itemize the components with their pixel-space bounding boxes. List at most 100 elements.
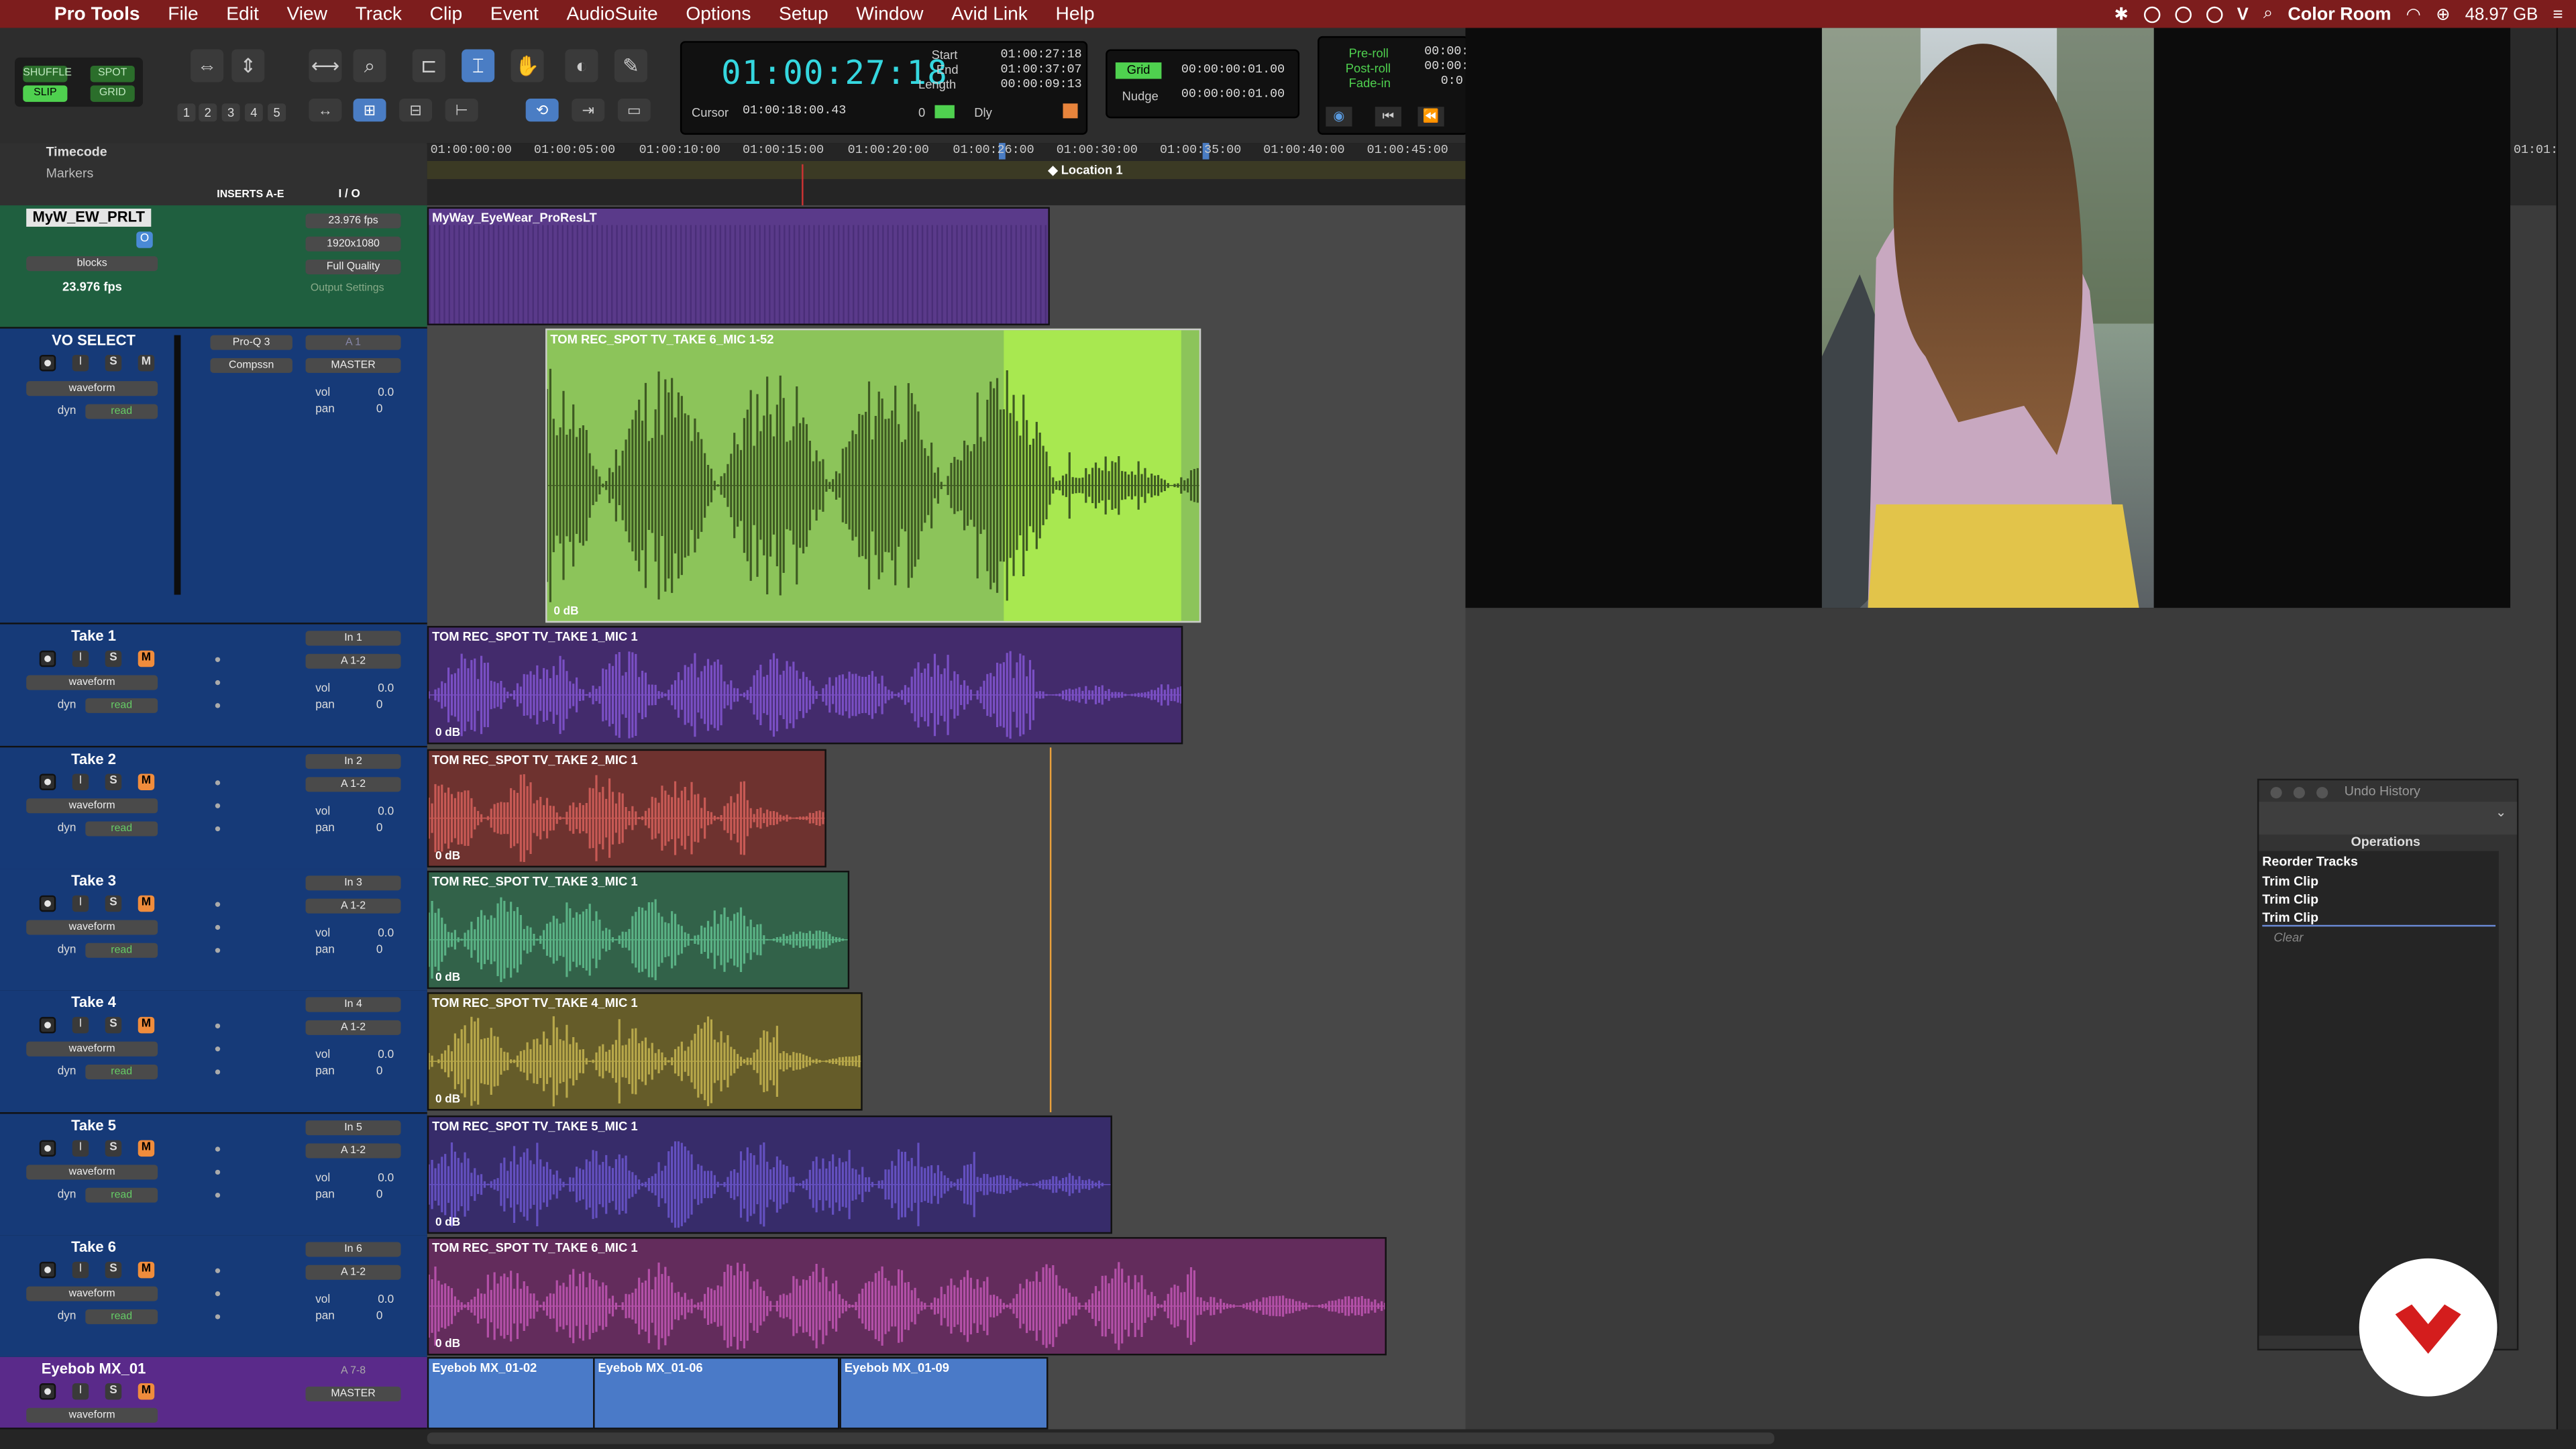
tab-transient-icon[interactable]: ⊢ bbox=[445, 98, 478, 122]
take-track-name[interactable]: Take 1 bbox=[28, 628, 160, 646]
insert-slot-empty[interactable] bbox=[215, 1169, 221, 1175]
record-button[interactable] bbox=[39, 354, 56, 372]
minimize-icon[interactable] bbox=[2293, 787, 2305, 799]
mx-output-selector[interactable]: MASTER bbox=[305, 1386, 401, 1401]
preroll-label[interactable]: Pre-roll bbox=[1349, 46, 1389, 61]
insert-slot-empty[interactable] bbox=[215, 902, 221, 907]
mirror-midi-icon[interactable]: ⟲ bbox=[525, 98, 559, 122]
mute-button[interactable]: M bbox=[138, 1140, 155, 1157]
eyebob-mx-track-header[interactable]: Eyebob MX_01 I S M waveform A 7-8 MASTER bbox=[0, 1356, 427, 1430]
insert-slot-empty[interactable] bbox=[215, 703, 221, 708]
horizontal-scrollbar[interactable] bbox=[0, 1429, 2576, 1449]
vo-select-track-header[interactable]: VO SELECT I S M waveform dyn read Pro-Q … bbox=[0, 328, 427, 625]
zoom-preset-3[interactable]: 3 bbox=[221, 103, 240, 122]
take-input-selector[interactable]: In 5 bbox=[305, 1120, 401, 1136]
mx-input-selector[interactable]: A 7-8 bbox=[305, 1363, 401, 1379]
take-input-selector[interactable]: In 4 bbox=[305, 997, 401, 1012]
menu-app-name[interactable]: Pro Tools bbox=[54, 4, 140, 23]
vo-output-selector[interactable]: MASTER bbox=[305, 358, 401, 373]
mute-button[interactable]: M bbox=[138, 650, 155, 667]
take-pan-value[interactable]: 0 bbox=[376, 700, 383, 711]
insert-slot-empty[interactable] bbox=[215, 680, 221, 686]
spot-button[interactable]: SPOT bbox=[90, 65, 135, 83]
length-value[interactable]: 00:00:09:13 bbox=[1000, 79, 1081, 93]
undo-item-trim-1[interactable]: Trim Clip bbox=[2262, 874, 2318, 889]
wifi-icon[interactable]: ◠ bbox=[2406, 4, 2421, 23]
status-icon-3[interactable] bbox=[2174, 5, 2192, 23]
insert-slot-empty[interactable] bbox=[215, 1146, 221, 1152]
undo-item-reorder[interactable]: Reorder Tracks bbox=[2262, 854, 2358, 869]
menu-options[interactable]: Options bbox=[686, 4, 751, 23]
mx-view-selector[interactable]: waveform bbox=[26, 1407, 158, 1423]
take-pan-value[interactable]: 0 bbox=[376, 945, 383, 956]
menu-help[interactable]: Help bbox=[1056, 4, 1095, 23]
markers-ruler-label[interactable]: Markers bbox=[46, 166, 94, 180]
fadein-value[interactable]: 0:0 bbox=[1441, 76, 1463, 89]
take-view-selector[interactable]: waveform bbox=[26, 1041, 158, 1057]
edit-link-icon[interactable]: ⇥ bbox=[572, 98, 605, 122]
take-vol-value[interactable]: 0.0 bbox=[378, 1050, 394, 1061]
insert-slot-empty[interactable] bbox=[215, 657, 221, 662]
take-5-track-header[interactable]: Take 5 I S Mwaveform dyn read In 5 A 1-2 vol 0.0 p… bbox=[0, 1114, 427, 1238]
take-pan-value[interactable]: 0 bbox=[376, 1189, 383, 1201]
zoom-preset-4[interactable]: 4 bbox=[244, 103, 263, 122]
zoom-horizontal-icon[interactable]: ⇔ bbox=[191, 49, 224, 83]
zoom-preset-1[interactable]: 1 bbox=[177, 103, 196, 122]
return-to-zero-icon[interactable]: ⏮ bbox=[1375, 107, 1401, 127]
input-monitor-button[interactable]: I bbox=[72, 354, 89, 372]
video-fps-selector[interactable]: 23.976 fps bbox=[305, 213, 401, 229]
grid-label[interactable]: Grid bbox=[1115, 62, 1162, 79]
menu-edit[interactable]: Edit bbox=[226, 4, 259, 23]
take-output-selector[interactable]: A 1-2 bbox=[305, 1143, 401, 1159]
insert-slot-empty[interactable] bbox=[215, 1046, 221, 1052]
record-button[interactable] bbox=[39, 650, 56, 667]
take-4-track-header[interactable]: Take 4 I S Mwaveform dyn read In 4 A 1-2 vol 0.0 p… bbox=[0, 990, 427, 1114]
take-track-name[interactable]: Take 5 bbox=[28, 1117, 160, 1135]
mute-button[interactable]: M bbox=[138, 773, 155, 790]
take-vol-value[interactable]: 0.0 bbox=[378, 684, 394, 695]
take-automation-selector[interactable]: read bbox=[85, 1064, 158, 1079]
take-pan-value[interactable]: 0 bbox=[376, 1066, 383, 1077]
record-button[interactable] bbox=[39, 1383, 56, 1400]
take-1-track-header[interactable]: Take 1 I S Mwaveform dyn read In 1 A 1-2 vol 0.0 p… bbox=[0, 624, 427, 748]
insert-slot-empty[interactable] bbox=[215, 780, 221, 786]
vo-input-selector[interactable]: A 1 bbox=[305, 335, 401, 350]
insert-slot-empty[interactable] bbox=[215, 1314, 221, 1320]
zoom-icon[interactable] bbox=[2316, 787, 2328, 799]
input-monitor-button[interactable]: I bbox=[72, 895, 89, 912]
record-button[interactable] bbox=[39, 1140, 56, 1157]
take-dyn-label[interactable]: dyn bbox=[58, 945, 76, 956]
solo-button[interactable]: S bbox=[105, 1383, 122, 1400]
vo-automation-selector[interactable]: read bbox=[85, 404, 158, 419]
solo-button[interactable]: S bbox=[105, 354, 122, 372]
take-output-selector[interactable]: A 1-2 bbox=[305, 1020, 401, 1035]
take-automation-selector[interactable]: read bbox=[85, 698, 158, 713]
menu-audiosuite[interactable]: AudioSuite bbox=[566, 4, 657, 23]
video-window[interactable] bbox=[1465, 28, 2511, 608]
pencil-tool-icon[interactable]: ✎ bbox=[614, 49, 647, 83]
insert-slot-empty[interactable] bbox=[215, 1192, 221, 1198]
shuffle-button[interactable]: SHUFFLE bbox=[23, 65, 72, 83]
mute-button[interactable]: M bbox=[138, 354, 155, 372]
search-icon[interactable]: ⌕ bbox=[2263, 3, 2273, 25]
menu-clip[interactable]: Clip bbox=[430, 4, 463, 23]
grid-button[interactable]: GRID bbox=[90, 85, 135, 102]
trim-tool-icon[interactable]: ⊏ bbox=[412, 49, 445, 83]
menu-view[interactable]: View bbox=[286, 4, 327, 23]
record-button[interactable] bbox=[39, 1261, 56, 1279]
record-button[interactable] bbox=[39, 773, 56, 790]
slip-button[interactable]: SLIP bbox=[23, 85, 68, 102]
take-dyn-label[interactable]: dyn bbox=[58, 1189, 76, 1201]
playhead-cursor[interactable] bbox=[1049, 747, 1052, 1112]
take-dyn-label[interactable]: dyn bbox=[58, 823, 76, 835]
solo-button[interactable]: S bbox=[105, 650, 122, 667]
insertion-follows-icon[interactable]: ⊟ bbox=[399, 98, 433, 122]
video-clip[interactable]: MyWay_EyeWear_ProResLT bbox=[427, 207, 1050, 325]
solo-button[interactable]: S bbox=[105, 895, 122, 912]
video-track-header[interactable]: MyW_EW_PRLT O blocks 23.976 fps 23.976 f… bbox=[0, 205, 427, 329]
insert-slot-empty[interactable] bbox=[215, 826, 221, 832]
zoom-preset-5[interactable]: 5 bbox=[268, 103, 286, 122]
mx-track-name[interactable]: Eyebob MX_01 bbox=[28, 1360, 160, 1379]
zoomer-tool-icon[interactable]: ⌕ bbox=[353, 49, 386, 83]
input-monitor-button[interactable]: I bbox=[72, 650, 89, 667]
